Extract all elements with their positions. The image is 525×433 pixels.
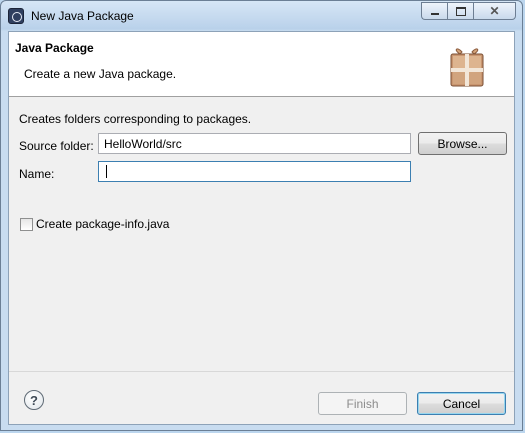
- maximize-button[interactable]: [447, 2, 473, 20]
- browse-button[interactable]: Browse...: [418, 132, 507, 155]
- source-folder-label: Source folder:: [19, 139, 94, 153]
- package-icon: [450, 48, 484, 87]
- wizard-description: Create a new Java package.: [24, 67, 177, 81]
- wizard-footer: ? Finish Cancel: [9, 371, 514, 424]
- name-input[interactable]: [98, 161, 411, 182]
- help-icon[interactable]: ?: [24, 390, 44, 410]
- dialog-content: Java Package Create a new Java package. …: [8, 31, 515, 425]
- minimize-icon: [430, 13, 439, 15]
- minimize-button[interactable]: [421, 2, 447, 20]
- cancel-button[interactable]: Cancel: [417, 392, 506, 415]
- dialog-window: New Java Package ✕ Java Package Create a…: [0, 0, 523, 431]
- close-button[interactable]: ✕: [473, 2, 516, 20]
- name-label: Name:: [19, 167, 55, 181]
- info-text: Creates folders corresponding to package…: [19, 112, 252, 126]
- maximize-icon: [455, 6, 466, 16]
- text-caret: [106, 165, 107, 178]
- finish-button[interactable]: Finish: [318, 392, 407, 415]
- title-bar[interactable]: New Java Package ✕: [1, 1, 522, 31]
- wizard-header: Java Package Create a new Java package.: [9, 32, 514, 97]
- wizard-body: Creates folders corresponding to package…: [9, 97, 514, 371]
- window-controls: ✕: [421, 2, 516, 20]
- window-title: New Java Package: [31, 9, 134, 23]
- wizard-title: Java Package: [15, 41, 94, 55]
- eclipse-app-icon: [8, 8, 24, 24]
- close-icon: ✕: [489, 4, 500, 18]
- package-info-checkbox[interactable]: [20, 218, 33, 231]
- package-info-label[interactable]: Create package-info.java: [36, 217, 169, 231]
- source-folder-input[interactable]: [98, 133, 411, 154]
